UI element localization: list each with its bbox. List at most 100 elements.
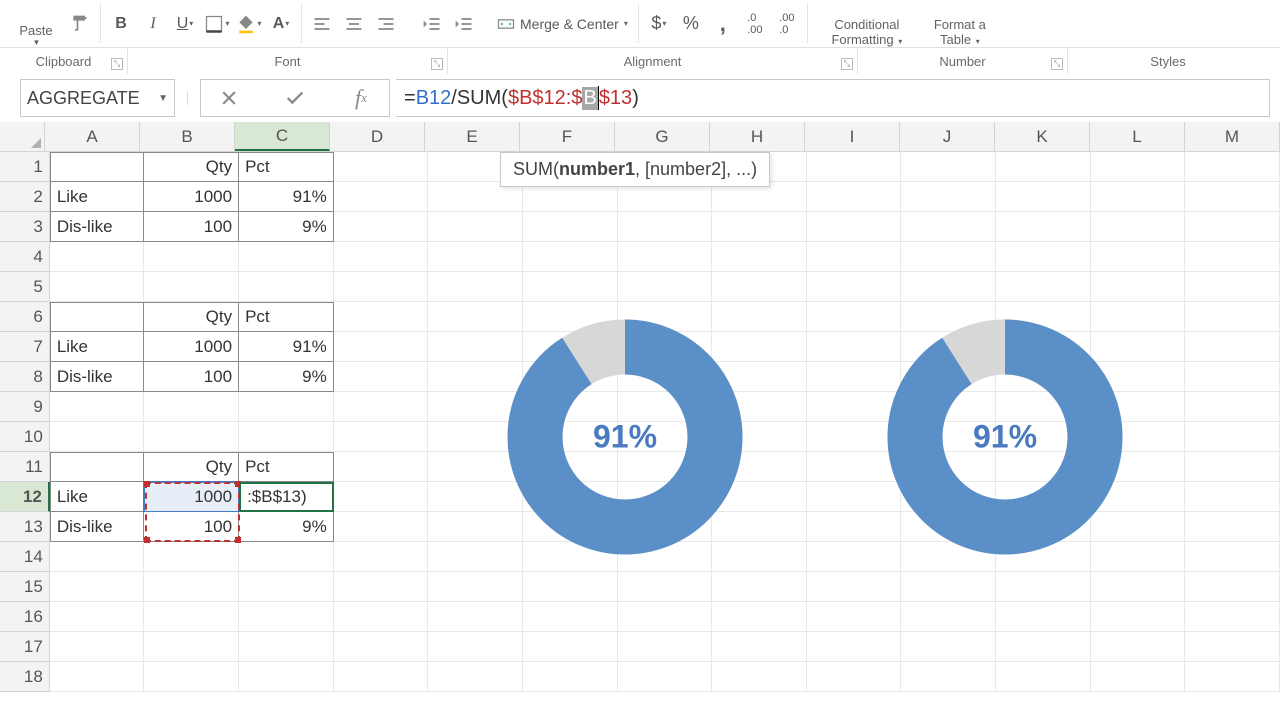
cell-A15[interactable] (50, 572, 145, 602)
cell-I3[interactable] (807, 212, 902, 242)
cell-K1[interactable] (996, 152, 1091, 182)
cell-K2[interactable] (996, 182, 1091, 212)
increase-indent-icon[interactable] (450, 11, 478, 37)
cell-C1[interactable]: Pct (239, 152, 334, 182)
cell-D13[interactable] (334, 512, 429, 542)
cell-M8[interactable] (1185, 362, 1280, 392)
col-header-C[interactable]: C (235, 122, 330, 151)
cell-C8[interactable]: 9% (239, 362, 334, 392)
cell-I16[interactable] (807, 602, 902, 632)
currency-icon[interactable]: $▾ (645, 11, 673, 37)
cell-G17[interactable] (618, 632, 713, 662)
col-header-F[interactable]: F (520, 122, 615, 151)
cell-K16[interactable] (996, 602, 1091, 632)
row-header-9[interactable]: 9 (0, 392, 50, 422)
row-header-15[interactable]: 15 (0, 572, 50, 602)
cell-B13[interactable]: 100 (144, 512, 239, 542)
col-header-E[interactable]: E (425, 122, 520, 151)
cell-M14[interactable] (1185, 542, 1280, 572)
cell-H4[interactable] (712, 242, 807, 272)
cell-A17[interactable] (50, 632, 145, 662)
dialog-launcher-icon[interactable]: ⤡ (841, 58, 853, 70)
cell-H16[interactable] (712, 602, 807, 632)
cell-E15[interactable] (428, 572, 523, 602)
cell-B4[interactable] (144, 242, 239, 272)
cell-L1[interactable] (1091, 152, 1186, 182)
cell-C14[interactable] (239, 542, 334, 572)
cell-E18[interactable] (428, 662, 523, 692)
cell-L3[interactable] (1091, 212, 1186, 242)
cell-D11[interactable] (334, 452, 429, 482)
cell-A4[interactable] (50, 242, 145, 272)
cell-C13[interactable]: 9% (239, 512, 334, 542)
cell-G15[interactable] (618, 572, 713, 602)
cell-C5[interactable] (239, 272, 334, 302)
select-all-corner[interactable] (0, 122, 45, 151)
cell-I18[interactable] (807, 662, 902, 692)
cell-G3[interactable] (618, 212, 713, 242)
cell-L18[interactable] (1091, 662, 1186, 692)
cell-C17[interactable] (239, 632, 334, 662)
dialog-launcher-icon[interactable]: ⤡ (431, 58, 443, 70)
cell-B6[interactable]: Qty (144, 302, 239, 332)
cell-M10[interactable] (1185, 422, 1280, 452)
cell-B1[interactable]: Qty (144, 152, 239, 182)
col-header-M[interactable]: M (1185, 122, 1280, 151)
cell-C18[interactable] (239, 662, 334, 692)
cell-E4[interactable] (428, 242, 523, 272)
cell-B2[interactable]: 1000 (144, 182, 239, 212)
cell-D6[interactable] (334, 302, 429, 332)
col-header-D[interactable]: D (330, 122, 425, 151)
cell-D14[interactable] (334, 542, 429, 572)
paste-button[interactable]: Paste ▼ (6, 0, 66, 47)
row-header-3[interactable]: 3 (0, 212, 50, 242)
cell-H5[interactable] (712, 272, 807, 302)
format-as-table-button[interactable]: Format a Table ▾ (920, 0, 1000, 47)
increase-decimal-icon[interactable]: .0.00 (741, 11, 769, 37)
cell-B18[interactable] (144, 662, 239, 692)
cell-C11[interactable]: Pct (239, 452, 334, 482)
cell-M16[interactable] (1185, 602, 1280, 632)
cell-D18[interactable] (334, 662, 429, 692)
percent-icon[interactable]: % (677, 11, 705, 37)
cell-M1[interactable] (1185, 152, 1280, 182)
cell-A8[interactable]: Dis-like (50, 362, 145, 392)
align-center-icon[interactable] (340, 11, 368, 37)
cell-G18[interactable] (618, 662, 713, 692)
cell-E16[interactable] (428, 602, 523, 632)
cell-M3[interactable] (1185, 212, 1280, 242)
cell-H17[interactable] (712, 632, 807, 662)
italic-icon[interactable]: I (139, 11, 167, 37)
name-box[interactable]: AGGREGATE ▼ (20, 79, 175, 117)
enter-icon[interactable] (280, 83, 310, 113)
conditional-formatting-button[interactable]: Conditional Formatting ▾ (814, 0, 920, 47)
cell-D10[interactable] (334, 422, 429, 452)
cell-L2[interactable] (1091, 182, 1186, 212)
cell-M6[interactable] (1185, 302, 1280, 332)
cell-F17[interactable] (523, 632, 618, 662)
cell-J4[interactable] (901, 242, 996, 272)
cell-F18[interactable] (523, 662, 618, 692)
cell-M4[interactable] (1185, 242, 1280, 272)
cell-C16[interactable] (239, 602, 334, 632)
cell-K18[interactable] (996, 662, 1091, 692)
format-painter-icon[interactable] (66, 11, 94, 37)
borders-icon[interactable]: ▾ (203, 11, 231, 37)
row-header-17[interactable]: 17 (0, 632, 50, 662)
cell-D9[interactable] (334, 392, 429, 422)
cell-C6[interactable]: Pct (239, 302, 334, 332)
cell-D5[interactable] (334, 272, 429, 302)
cell-I1[interactable] (807, 152, 902, 182)
merge-center-button[interactable]: Merge & Center ▾ (492, 12, 632, 36)
cell-J1[interactable] (901, 152, 996, 182)
cell-F3[interactable] (523, 212, 618, 242)
cell-M7[interactable] (1185, 332, 1280, 362)
cell-I4[interactable] (807, 242, 902, 272)
cell-H18[interactable] (712, 662, 807, 692)
cell-D7[interactable] (334, 332, 429, 362)
decrease-decimal-icon[interactable]: .00.0 (773, 11, 801, 37)
cell-B5[interactable] (144, 272, 239, 302)
cell-F15[interactable] (523, 572, 618, 602)
cell-H3[interactable] (712, 212, 807, 242)
cell-J3[interactable] (901, 212, 996, 242)
